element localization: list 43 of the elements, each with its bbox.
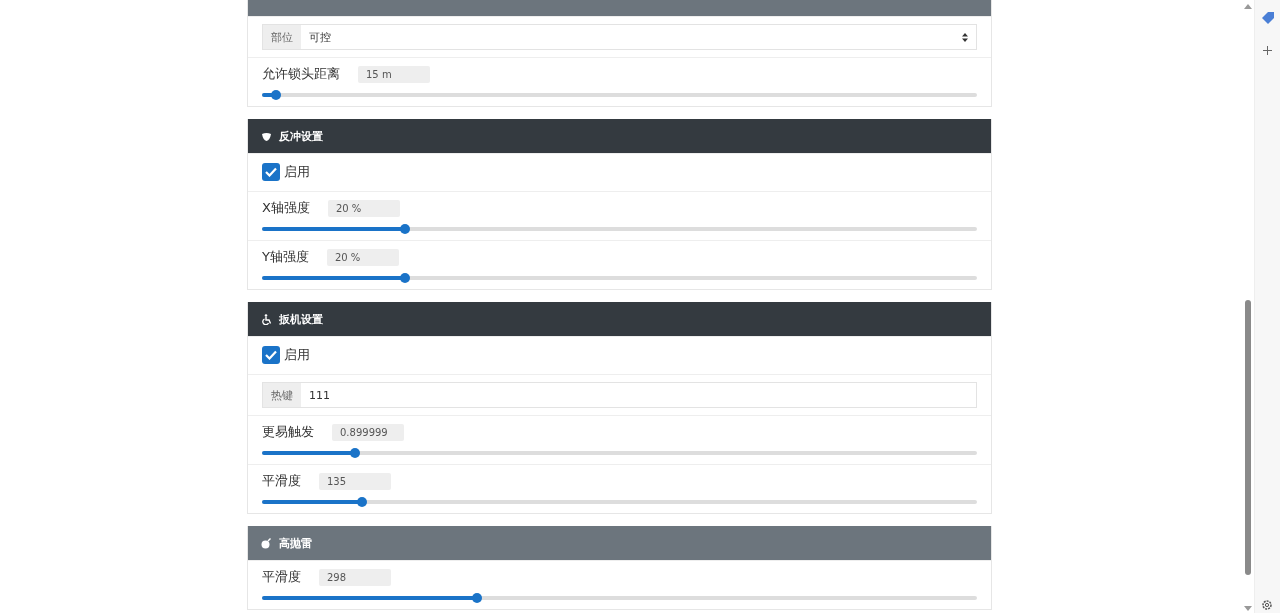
value-readout: 20 % [327, 199, 400, 217]
slider-label: 平滑度 [262, 568, 301, 586]
scrollbar-thumb[interactable] [1245, 300, 1251, 575]
slider-label: 更易触发 [262, 423, 314, 441]
slider-thumb[interactable] [400, 224, 410, 234]
scroll-down-icon[interactable] [1244, 606, 1252, 611]
bomb-icon [261, 537, 272, 549]
slider-thumb[interactable] [471, 593, 482, 603]
value-readout: 0.899999 [332, 423, 404, 441]
slider-label: Y轴强度 [262, 248, 309, 266]
slider-track[interactable] [262, 93, 977, 97]
wheelchair-icon [261, 313, 272, 325]
caret-icon [962, 32, 968, 42]
select-field[interactable]: 部位 可控 [262, 24, 977, 50]
checkbox[interactable] [262, 163, 280, 181]
hotkey-field[interactable]: 热键 111 [262, 382, 977, 408]
slider-thumb[interactable] [357, 497, 368, 507]
settings-icon[interactable] [1261, 599, 1273, 611]
section-title: 高抛雷 [279, 535, 312, 551]
slider-label: 平滑度 [262, 472, 301, 490]
slider-thumb[interactable] [271, 90, 282, 100]
slider-label: X轴强度 [262, 199, 310, 217]
slider-track[interactable] [262, 451, 977, 455]
section-title: 反冲设置 [279, 128, 323, 144]
section-title: 扳机设置 [279, 311, 323, 327]
slider-track[interactable] [262, 276, 977, 280]
slider-thumb[interactable] [400, 273, 410, 283]
slider-track[interactable] [262, 596, 977, 600]
checkbox-label: 启用 [284, 346, 310, 364]
scroll-up-icon[interactable] [1244, 4, 1252, 9]
value-readout: 298 [319, 568, 391, 586]
plus-icon[interactable] [1263, 46, 1272, 55]
value-readout: 15 m [358, 65, 430, 83]
slider-label: 允许锁头距离 [262, 65, 340, 83]
slider-track[interactable] [262, 227, 977, 231]
checkbox[interactable] [262, 346, 280, 364]
value-readout: 135 [319, 472, 391, 490]
tag-icon[interactable] [1261, 12, 1274, 24]
checkbox-label: 启用 [284, 163, 310, 181]
value-readout: 20 % [326, 248, 399, 266]
slider-track[interactable] [262, 500, 977, 504]
shield-icon [261, 131, 272, 141]
slider-thumb[interactable] [349, 448, 360, 458]
